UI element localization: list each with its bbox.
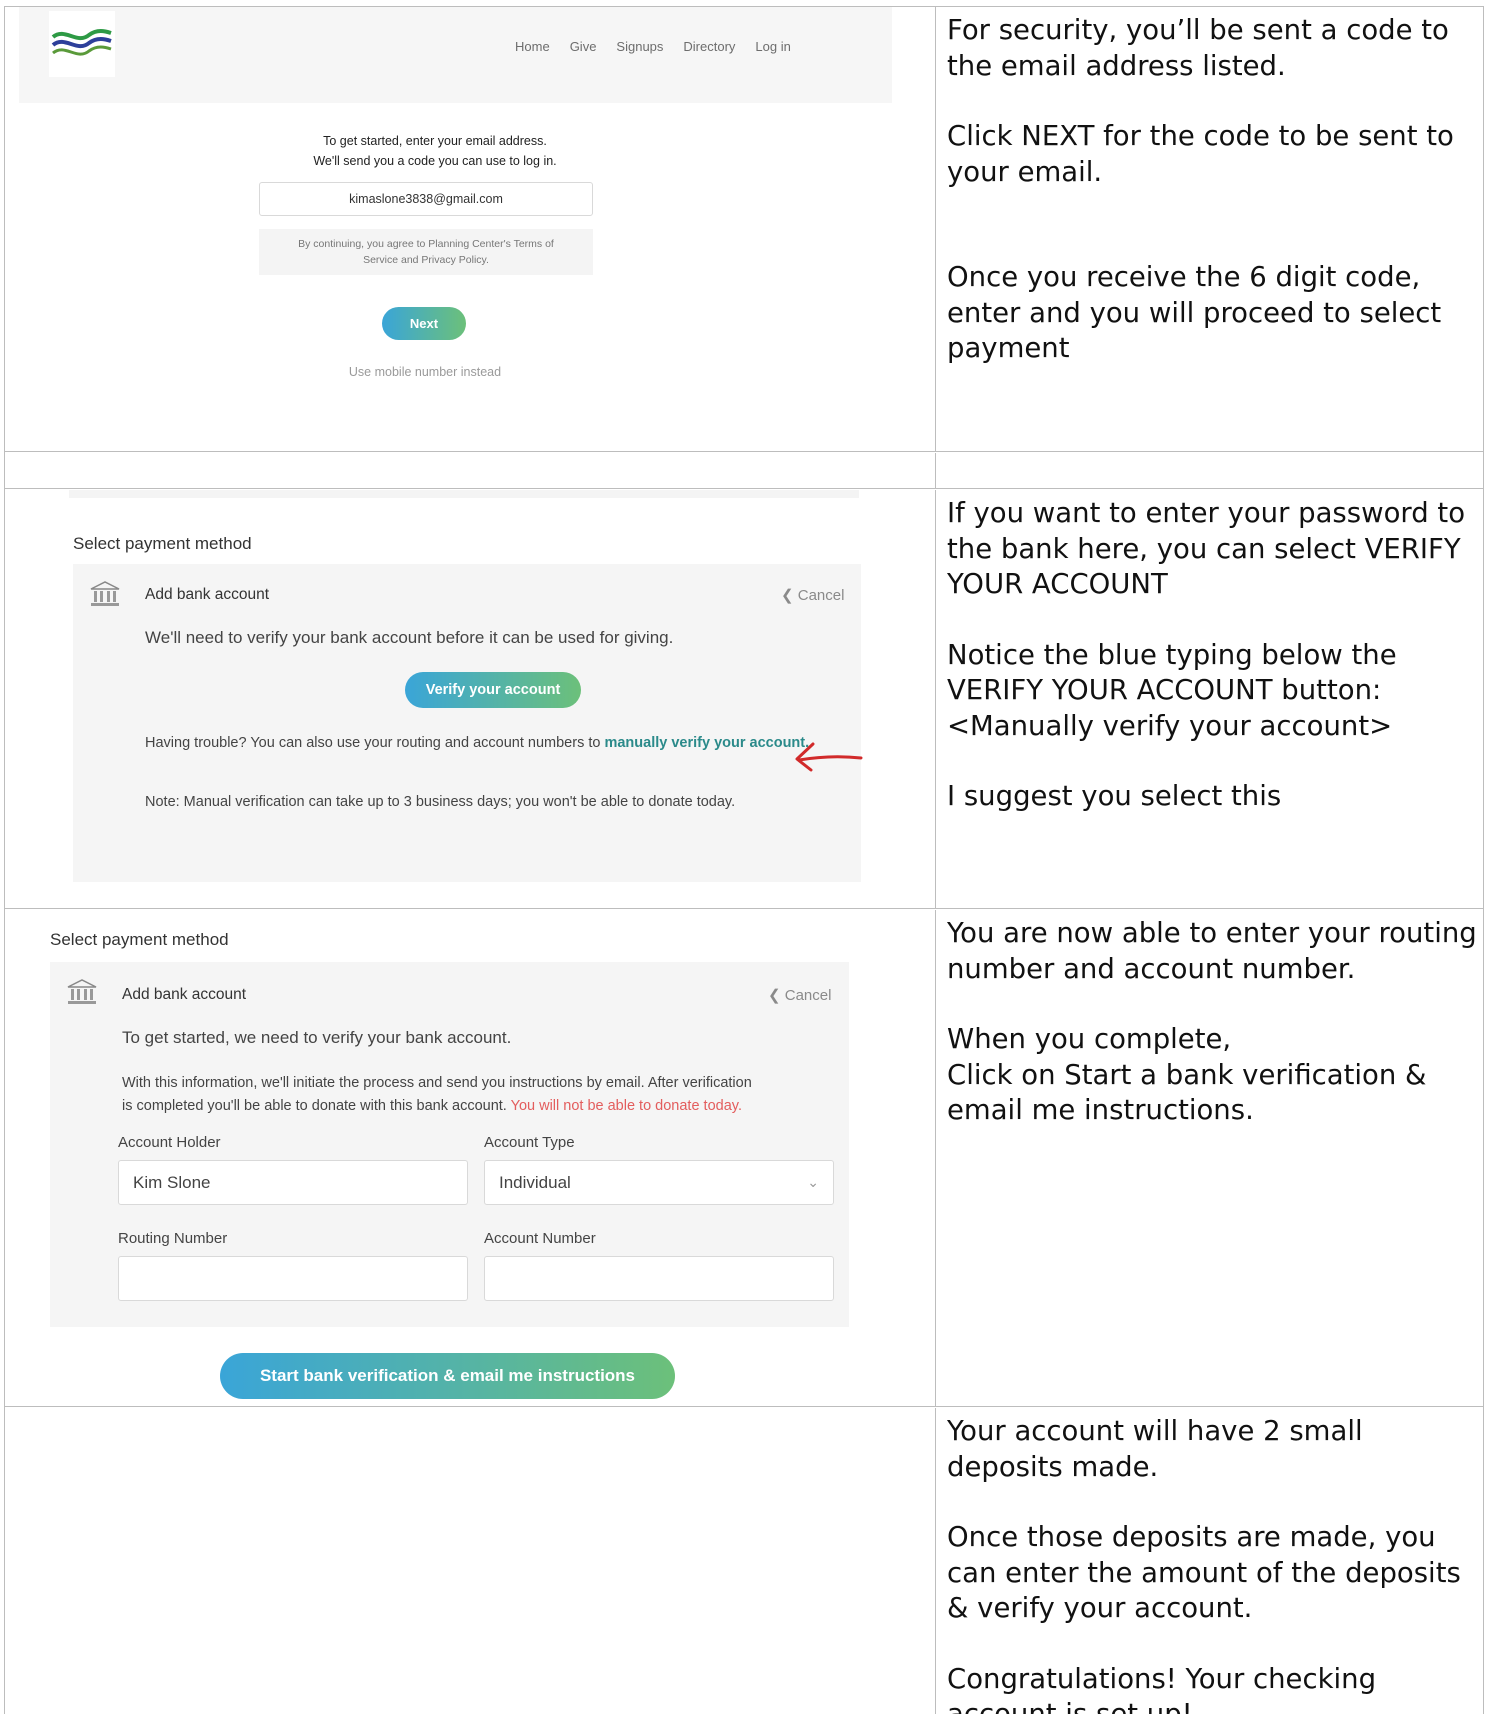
routing-number-label: Routing Number xyxy=(118,1230,228,1247)
site-header: Home Give Signups Directory Log in xyxy=(19,7,892,103)
red-arrow-annotation xyxy=(795,742,863,772)
add-bank-title-2: Add bank account xyxy=(122,986,247,1003)
payment-method-title: Select payment method xyxy=(73,534,252,553)
account-number-label: Account Number xyxy=(484,1230,596,1247)
add-bank-panel: Add bank account ❮ Cancel We'll need to … xyxy=(73,564,861,882)
row-empty xyxy=(5,453,1483,489)
account-type-select[interactable]: Individual ⌄ xyxy=(484,1160,834,1205)
nav-signups[interactable]: Signups xyxy=(616,39,663,54)
routing-number-input[interactable] xyxy=(118,1256,468,1301)
manual-verify-link[interactable]: manually verify your account. xyxy=(604,735,809,751)
instruction-table: Home Give Signups Directory Log in To ge… xyxy=(4,6,1484,1714)
bank-icon xyxy=(90,581,120,606)
add-bank-title: Add bank account xyxy=(145,586,270,603)
cancel-button-2[interactable]: ❮ Cancel xyxy=(768,986,831,1004)
terms-notice: By continuing, you agree to Planning Cen… xyxy=(259,229,593,275)
add-bank-panel-2: Add bank account ❮ Cancel To get started… xyxy=(50,962,849,1327)
manual-verify-note: Note: Manual verification can take up to… xyxy=(145,794,736,810)
church-logo xyxy=(49,11,115,77)
account-number-input[interactable] xyxy=(484,1256,834,1301)
instructions-step2: If you want to enter your password to th… xyxy=(947,497,1466,812)
row-email-login: Home Give Signups Directory Log in To ge… xyxy=(5,7,1483,452)
row-verify-account: Select payment method Add bank account ❮… xyxy=(5,490,1483,909)
start-verification-button[interactable]: Start bank verification & email me instr… xyxy=(220,1353,675,1399)
bank-icon xyxy=(67,979,97,1004)
verify-account-screenshot: Select payment method Add bank account ❮… xyxy=(5,490,933,909)
wave-logo-icon xyxy=(51,29,112,56)
email-login-screenshot: Home Give Signups Directory Log in To ge… xyxy=(5,7,933,452)
verify-intro: We'll need to verify your bank account b… xyxy=(145,628,674,647)
instructions-step3: You are now able to enter your routing n… xyxy=(947,917,1477,1126)
next-button[interactable]: Next xyxy=(382,307,466,340)
get-started-text: To get started, we need to verify your b… xyxy=(122,1028,512,1047)
email-input[interactable]: kimaslone3838@gmail.com xyxy=(259,182,593,216)
payment-method-title-2: Select payment method xyxy=(50,930,229,949)
nav-home[interactable]: Home xyxy=(515,39,550,54)
bank-details-screenshot: Select payment method Add bank account ❮… xyxy=(5,910,933,1407)
login-intro: To get started, enter your email address… xyxy=(313,134,557,168)
chevron-left-icon: ❮ xyxy=(781,587,798,604)
account-holder-input[interactable]: Kim Slone xyxy=(118,1160,468,1205)
cannot-donate-warning: You will not be able to donate today. xyxy=(510,1098,742,1114)
account-holder-label: Account Holder xyxy=(118,1134,221,1151)
account-type-label: Account Type xyxy=(484,1134,575,1151)
verification-info: With this information, we'll initiate th… xyxy=(122,1075,752,1114)
verify-account-button[interactable]: Verify your account xyxy=(405,672,581,708)
nav-login[interactable]: Log in xyxy=(755,39,790,54)
instructions-step1: For security, you’ll be sent a code to t… xyxy=(947,14,1454,364)
cancel-button[interactable]: ❮ Cancel xyxy=(781,586,844,604)
site-nav: Home Give Signups Directory Log in xyxy=(515,39,791,54)
row-deposits: Your account will have 2 small deposits … xyxy=(5,1408,1483,1714)
mobile-number-link[interactable]: Use mobile number instead xyxy=(305,365,545,379)
nav-give[interactable]: Give xyxy=(570,39,597,54)
nav-directory[interactable]: Directory xyxy=(683,39,735,54)
chevron-left-icon: ❮ xyxy=(768,987,785,1004)
row-bank-details: Select payment method Add bank account ❮… xyxy=(5,910,1483,1407)
chevron-down-icon: ⌄ xyxy=(807,1174,819,1190)
manual-verify-text: Having trouble? You can also use your ro… xyxy=(145,735,810,751)
instructions-step4: Your account will have 2 small deposits … xyxy=(947,1415,1461,1714)
